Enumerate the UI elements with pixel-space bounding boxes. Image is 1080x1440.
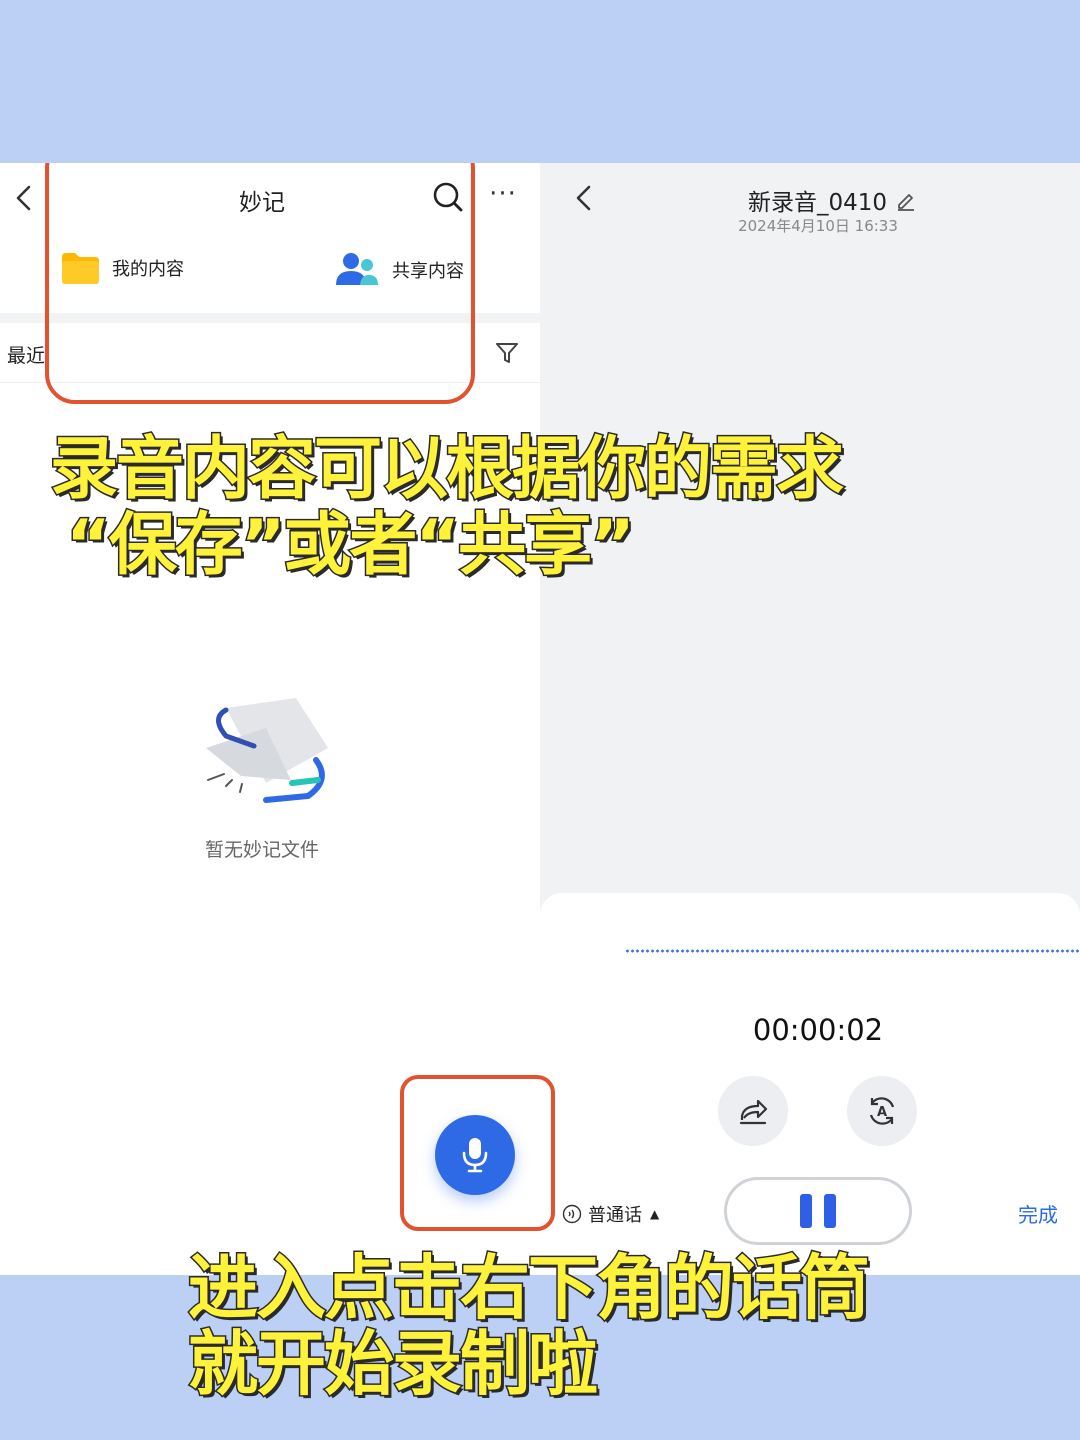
- audio-waveform: [625, 949, 1080, 953]
- language-label: 普通话: [588, 1205, 642, 1226]
- recent-label: 最近: [7, 345, 46, 367]
- transcribe-button[interactable]: A: [847, 1076, 917, 1146]
- share-button[interactable]: [718, 1076, 788, 1146]
- more-button[interactable]: ···: [485, 181, 521, 209]
- filter-button[interactable]: [494, 340, 520, 366]
- recording-timer: 00:00:02: [752, 1013, 884, 1047]
- pause-icon-bar: [824, 1194, 836, 1228]
- recording-title-text: 新录音_0410: [748, 190, 888, 216]
- edit-icon: [898, 194, 915, 211]
- voice-icon: [562, 1204, 582, 1224]
- language-selector[interactable]: 普通话 ▲: [562, 1201, 659, 1227]
- svg-text:A: A: [877, 1105, 887, 1120]
- app-screen: 妙记 ··· 我的内容 共享内容 最近 暂无妙记文件 新录音_0410 2024…: [0, 163, 1080, 1275]
- pause-icon-bar: [800, 1194, 812, 1228]
- recording-title[interactable]: 新录音_0410: [748, 183, 917, 217]
- caption-top: 录音内容可以根据你的需求 “保存”或者“共享”: [48, 430, 845, 585]
- caption-bottom: 进入点击右下角的话筒 就开始录制啦: [187, 1247, 872, 1405]
- caret-up-icon: ▲: [650, 1207, 660, 1221]
- filter-icon: [496, 343, 518, 363]
- caption-bottom-line1: 进入点击右下角的话筒: [187, 1247, 872, 1329]
- chevron-left-icon: [576, 185, 591, 211]
- highlight-frame-mic: [400, 1075, 555, 1231]
- empty-state-text: 暂无妙记文件: [204, 839, 319, 861]
- caption-top-line2: “保存”或者“共享”: [64, 506, 636, 585]
- share-icon: [739, 1099, 768, 1125]
- transcribe-icon: A: [869, 1097, 895, 1125]
- recording-controls-sheet: 00:00:02 A 普通话 ▲ 完成: [540, 893, 1080, 1275]
- more-dots-icon: ···: [489, 179, 517, 209]
- empty-state-illustration: [196, 688, 336, 818]
- recording-back-button[interactable]: [570, 183, 600, 213]
- pause-button[interactable]: [724, 1177, 912, 1245]
- highlight-frame-top: [45, 163, 475, 404]
- recording-date: 2024年4月10日 16:33: [738, 217, 898, 235]
- recording-panel: 新录音_0410 2024年4月10日 16:33 00:00:02 A 普通话…: [540, 163, 1080, 1275]
- caption-top-line1: 录音内容可以根据你的需求: [48, 430, 845, 509]
- caption-bottom-line2: 就开始录制啦: [187, 1323, 600, 1405]
- done-button[interactable]: 完成: [1018, 1199, 1058, 1228]
